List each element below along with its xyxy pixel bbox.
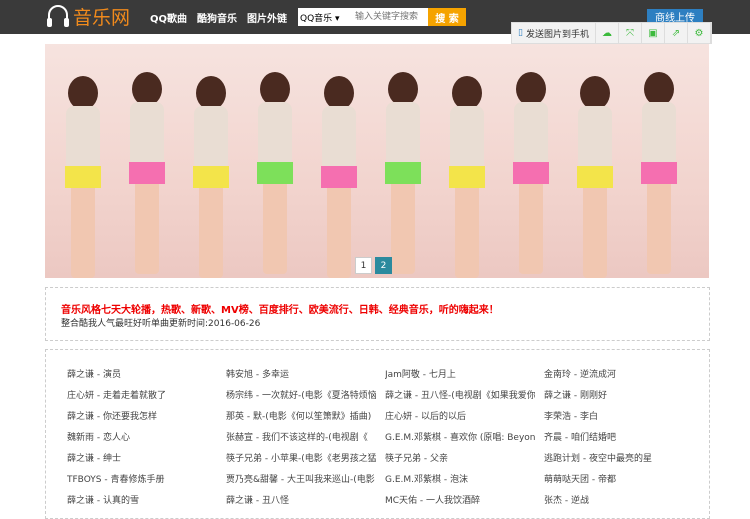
song-link[interactable]: 张杰 - 逆战 xyxy=(544,493,694,514)
song-link[interactable]: MC天佑 - 一人我饮酒醉 xyxy=(385,493,535,514)
nav-qq-songs[interactable]: QQ歌曲 xyxy=(150,10,187,25)
page-2[interactable]: 2 xyxy=(375,257,392,274)
song-link[interactable]: 薛之谦 - 丑八怪-(电视剧《如果我爱你》 xyxy=(385,388,535,409)
nav-image-links[interactable]: 图片外链 xyxy=(247,10,287,25)
notice-headline: 音乐风格七天大轮播，热歌、新歌、MV榜、百度排行、欧美流行、日韩、经典音乐，听的… xyxy=(61,305,499,316)
song-link[interactable]: 那英 - 默-(电影《何以笙箫默》插曲) xyxy=(226,409,376,430)
image-toolbar: ▯ 发送图片到手机 ☁ ⤧ ▣ ⇗ ⚙ xyxy=(511,22,712,44)
source-select-value: QQ音乐 xyxy=(300,14,333,24)
source-select[interactable]: QQ音乐 ▾ xyxy=(298,8,353,26)
notice-box: 音乐风格七天大轮播，热歌、新歌、MV榜、百度排行、欧美流行、日韩、经典音乐，听的… xyxy=(45,287,710,341)
search-input[interactable] xyxy=(353,8,428,26)
song-list: 薛之谦 - 演员 韩安旭 - 多幸运 Jam阿敬 - 七月上 金南玲 - 逆流成河 庄心… xyxy=(67,367,703,514)
song-link[interactable]: 齐晨 - 咱们结婚吧 xyxy=(544,430,694,451)
song-list-box: 薛之谦 - 演员 韩安旭 - 多幸运 Jam阿敬 - 七月上 金南玲 - 逆流成河 庄心… xyxy=(45,349,710,519)
phone-icon: ▯ xyxy=(518,28,523,38)
banner-figure xyxy=(129,72,165,274)
banner-figure xyxy=(641,72,677,274)
save-icon[interactable]: ▣ xyxy=(642,23,665,43)
song-link[interactable]: 金南玲 - 逆流成河 xyxy=(544,367,694,388)
nav-kugou[interactable]: 酷狗音乐 xyxy=(197,10,237,25)
banner-figure xyxy=(577,76,613,278)
send-to-phone-button[interactable]: ▯ 发送图片到手机 xyxy=(512,23,596,43)
cloud-icon[interactable]: ☁ xyxy=(596,23,619,43)
headphones-icon xyxy=(47,4,69,27)
song-link[interactable]: 魏新雨 - 恋人心 xyxy=(67,430,217,451)
song-link[interactable]: 萌萌哒天团 - 帝都 xyxy=(544,472,694,493)
send-label: 发送图片到手机 xyxy=(525,29,589,40)
expand-icon[interactable]: ⤧ xyxy=(619,23,642,43)
settings-icon[interactable]: ⚙ xyxy=(688,23,711,43)
banner-figure xyxy=(257,72,293,274)
song-link[interactable]: 薛之谦 - 你还要我怎样 xyxy=(67,409,217,430)
update-info: 整合酷我人气最旺好听单曲更新时间:2016-06-26 xyxy=(61,319,261,329)
song-link[interactable]: 庄心妍 - 以后的以后 xyxy=(385,409,535,430)
song-link[interactable]: 贾乃亮&甜馨 - 大王叫我来巡山-(电影 xyxy=(226,472,376,493)
song-link[interactable]: 筷子兄弟 - 父亲 xyxy=(385,451,535,472)
song-link[interactable]: 逃跑计划 - 夜空中最亮的星 xyxy=(544,451,694,472)
song-link[interactable]: 筷子兄弟 - 小苹果-(电影《老男孩之猛 xyxy=(226,451,376,472)
banner-figure xyxy=(65,76,101,278)
song-link[interactable]: 李荣浩 - 李白 xyxy=(544,409,694,430)
page-1[interactable]: 1 xyxy=(355,257,372,274)
banner-figure xyxy=(513,72,549,274)
share-icon[interactable]: ⇗ xyxy=(665,23,688,43)
banner-pagination: 1 2 xyxy=(355,257,392,274)
song-link[interactable]: 薛之谦 - 认真的雪 xyxy=(67,493,217,514)
song-link[interactable]: G.E.M.邓紫棋 - 泡沫 xyxy=(385,472,535,493)
search-bar: QQ音乐 ▾ 搜 索 xyxy=(298,8,466,26)
song-link[interactable]: G.E.M.邓紫棋 - 喜欢你 (原唱: Beyon xyxy=(385,430,535,451)
site-logo[interactable]: 音乐网 xyxy=(46,3,130,30)
banner-figure xyxy=(321,76,357,278)
search-button[interactable]: 搜 索 xyxy=(428,8,466,26)
song-link[interactable]: 薛之谦 - 丑八怪 xyxy=(226,493,376,514)
song-link[interactable]: Jam阿敬 - 七月上 xyxy=(385,367,535,388)
song-link[interactable]: 张赫宣 - 我们不该这样的-(电视剧《 xyxy=(226,430,376,451)
song-link[interactable]: 薛之谦 - 刚刚好 xyxy=(544,388,694,409)
banner-figure xyxy=(449,76,485,278)
song-link[interactable]: 薛之谦 - 绅士 xyxy=(67,451,217,472)
banner-figure xyxy=(193,76,229,278)
song-link[interactable]: 韩安旭 - 多幸运 xyxy=(226,367,376,388)
main-nav: QQ歌曲 酷狗音乐 图片外链 xyxy=(150,10,287,25)
banner-slideshow[interactable] xyxy=(45,44,709,278)
song-link[interactable]: 庄心妍 - 走着走着就散了 xyxy=(67,388,217,409)
song-link[interactable]: 杨宗纬 - 一次就好-(电影《夏洛特烦恼》 xyxy=(226,388,376,409)
logo-text: 音乐网 xyxy=(73,7,131,29)
banner-figure xyxy=(385,72,421,274)
song-link[interactable]: TFBOYS - 青春修炼手册 xyxy=(67,472,217,493)
song-link[interactable]: 薛之谦 - 演员 xyxy=(67,367,217,388)
